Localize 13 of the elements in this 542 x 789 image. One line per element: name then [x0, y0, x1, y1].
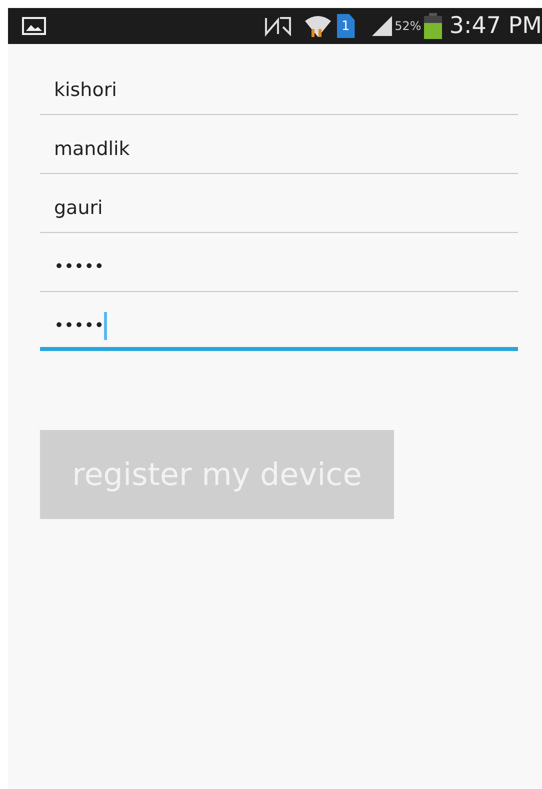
clock-time: 3:47 PM [449, 13, 542, 39]
battery-icon [423, 12, 444, 40]
input-field[interactable]: ••••• [40, 233, 518, 292]
battery-percent: 52% [394, 19, 422, 33]
signal-icon [370, 15, 393, 37]
input-field[interactable]: kishori [40, 56, 518, 115]
wifi-icon [302, 13, 333, 39]
sim-badge: 1 [336, 14, 355, 38]
picture-icon [22, 17, 46, 35]
input-field[interactable]: gauri [40, 174, 518, 233]
input-field[interactable]: mandlik [40, 115, 518, 174]
text-cursor [104, 312, 108, 340]
input-field[interactable]: ••••• [40, 292, 518, 351]
